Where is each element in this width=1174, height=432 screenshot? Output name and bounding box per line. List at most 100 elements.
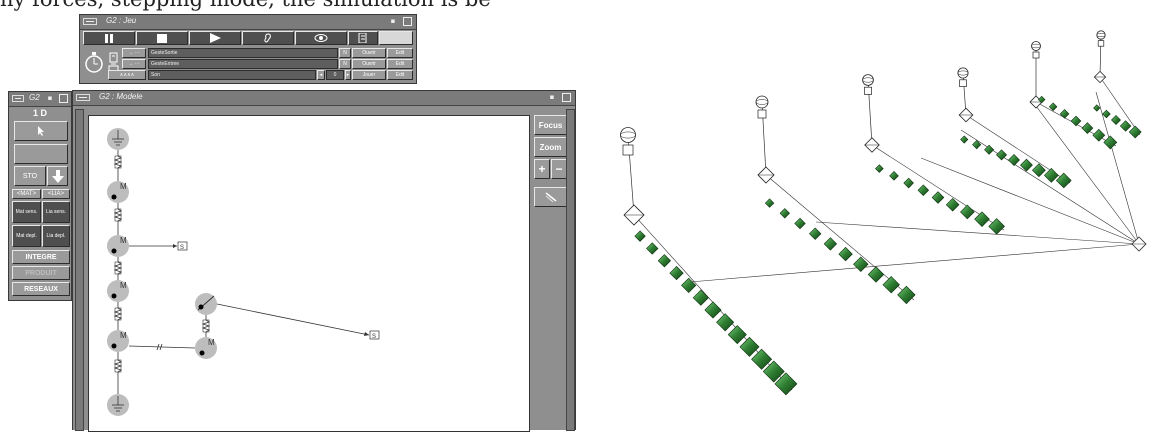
palette-title: G2 <box>29 93 40 102</box>
window-menu-icon[interactable] <box>76 94 90 101</box>
right-scrollbar[interactable] <box>566 109 575 431</box>
tab-mat[interactable]: <MAT> <box>12 189 41 199</box>
play-button[interactable] <box>189 31 241 45</box>
maximize-icon[interactable] <box>59 94 68 103</box>
eye-icon <box>314 34 328 42</box>
output-link-2[interactable]: S <box>216 303 380 340</box>
spring-4[interactable] <box>113 302 123 330</box>
mass-cube <box>634 230 646 242</box>
sound-counter[interactable]: 0 <box>326 70 344 80</box>
sto-button[interactable]: STO <box>14 166 46 186</box>
spring-3[interactable] <box>113 257 123 280</box>
sound-wave-icon[interactable]: ∧∧∧∧ <box>108 70 146 80</box>
pointer-tool-button[interactable] <box>14 121 68 141</box>
down-arrow-button[interactable] <box>47 166 68 186</box>
eye-button[interactable] <box>295 31 347 45</box>
zoom-in-button[interactable]: + <box>534 159 550 179</box>
left-scrollbar[interactable] <box>75 109 84 431</box>
mass-cube <box>727 325 747 345</box>
ground-top[interactable] <box>107 128 129 150</box>
stop-button[interactable] <box>136 31 188 45</box>
excitation-node[interactable] <box>195 293 217 315</box>
window-menu-icon[interactable] <box>12 95 24 102</box>
mass-5[interactable]: M <box>195 337 217 359</box>
zoom-out-button[interactable]: − <box>551 159 567 179</box>
gesture-out-field[interactable]: GesteSortie <box>148 48 338 58</box>
gesture-out-open-button[interactable]: Ouvrir <box>352 48 386 58</box>
produit-button[interactable]: PRODUIT <box>12 266 70 280</box>
lia-depl-button[interactable]: Lia depl. <box>42 225 70 247</box>
blank-tool-button[interactable] <box>14 144 68 164</box>
spring-1[interactable] <box>113 150 123 181</box>
gesture-in-field[interactable]: GesteEntree <box>148 59 338 69</box>
blank-button[interactable] <box>379 31 413 45</box>
minimize-icon[interactable]: ▪ <box>547 93 557 102</box>
gesture-out-icon[interactable]: → ⋯ <box>122 48 146 58</box>
play-icon <box>209 33 221 43</box>
string-chain-1[interactable] <box>620 127 798 396</box>
pen-tool-button[interactable] <box>534 187 567 207</box>
gesture-out-flag[interactable]: N <box>339 48 351 58</box>
sound-play-button[interactable]: Jouer <box>352 70 386 80</box>
mass-cube <box>960 204 975 220</box>
mass-2[interactable]: M <box>107 235 129 257</box>
spring-5[interactable] <box>113 352 123 394</box>
file-button[interactable] <box>348 31 378 45</box>
reseaux-button[interactable]: RESEAUX <box>12 282 70 296</box>
maximize-icon[interactable] <box>562 93 571 102</box>
mass-cube <box>1103 135 1118 150</box>
focus-button[interactable]: Focus <box>534 115 567 135</box>
minimize-icon[interactable]: ▪ <box>45 94 55 103</box>
counter-increment-button[interactable]: ▸ <box>345 70 351 80</box>
window-menu-icon[interactable] <box>83 18 97 25</box>
gesture-in-edit-button[interactable]: Edit <box>387 59 413 69</box>
string-chain-3[interactable] <box>862 74 1005 235</box>
output-link-1[interactable]: S <box>129 241 188 251</box>
integre-button[interactable]: INTEGRE <box>12 250 70 264</box>
mass-2-label: M <box>120 236 127 245</box>
tab-lia[interactable]: <LIA> <box>42 189 70 199</box>
mass-cube <box>794 217 806 230</box>
string-chain-4[interactable] <box>957 67 1072 189</box>
render-view[interactable] <box>596 10 1172 428</box>
pause-button[interactable] <box>83 31 135 45</box>
gesture-in-open-button[interactable]: Ouvrir <box>352 59 386 69</box>
mass-cube <box>1128 125 1142 139</box>
ground-bottom[interactable] <box>107 394 129 416</box>
mass-3[interactable]: M <box>107 280 129 302</box>
mass-1[interactable]: M <box>107 181 129 203</box>
ear-button[interactable] <box>242 31 294 45</box>
gesture-out-edit-button[interactable]: Edit <box>387 48 413 58</box>
string-chain-2[interactable] <box>755 95 916 305</box>
spring-6[interactable] <box>201 315 211 337</box>
sound-edit-button[interactable]: Edit <box>387 70 413 80</box>
mass-cube <box>931 191 945 204</box>
output-device-icon[interactable] <box>108 48 120 63</box>
hub-node[interactable] <box>1131 236 1147 252</box>
maximize-icon[interactable] <box>403 17 412 26</box>
friction-link[interactable] <box>128 343 196 351</box>
mat-sens-button[interactable]: Mat sens. <box>12 201 41 223</box>
zoom-button[interactable]: Zoom <box>534 137 567 157</box>
gesture-in-icon[interactable]: → ⋯ <box>122 59 146 69</box>
mass-1-label: M <box>120 182 127 191</box>
minimize-icon[interactable]: ▪ <box>388 17 398 26</box>
mass-cube <box>917 184 930 197</box>
string-chain-6[interactable] <box>1093 30 1142 139</box>
mat-depl-button[interactable]: Mat depl. <box>12 225 41 247</box>
model-canvas[interactable]: M M S M M M S <box>88 115 530 432</box>
palette-window: G2 ▪ 1 D STO <MAT> <LIA> Mat sens. Lia s… <box>8 91 72 301</box>
string-chain-5[interactable] <box>1029 41 1118 150</box>
mass-4[interactable]: M <box>107 330 129 352</box>
counter-decrement-button[interactable]: ◂ <box>317 70 325 80</box>
palette-titlebar: G2 ▪ <box>9 92 71 107</box>
gesture-in-flag[interactable]: N <box>339 59 351 69</box>
mass-cube <box>1119 120 1132 132</box>
spring-2[interactable] <box>113 203 123 235</box>
input-device-icon[interactable] <box>108 59 120 73</box>
sound-field[interactable]: Son <box>148 70 316 80</box>
mass-cube <box>1081 122 1094 134</box>
timer-icon[interactable] <box>84 50 104 74</box>
lia-sens-button[interactable]: Lia sens. <box>42 201 70 223</box>
mass-cube <box>882 276 900 294</box>
